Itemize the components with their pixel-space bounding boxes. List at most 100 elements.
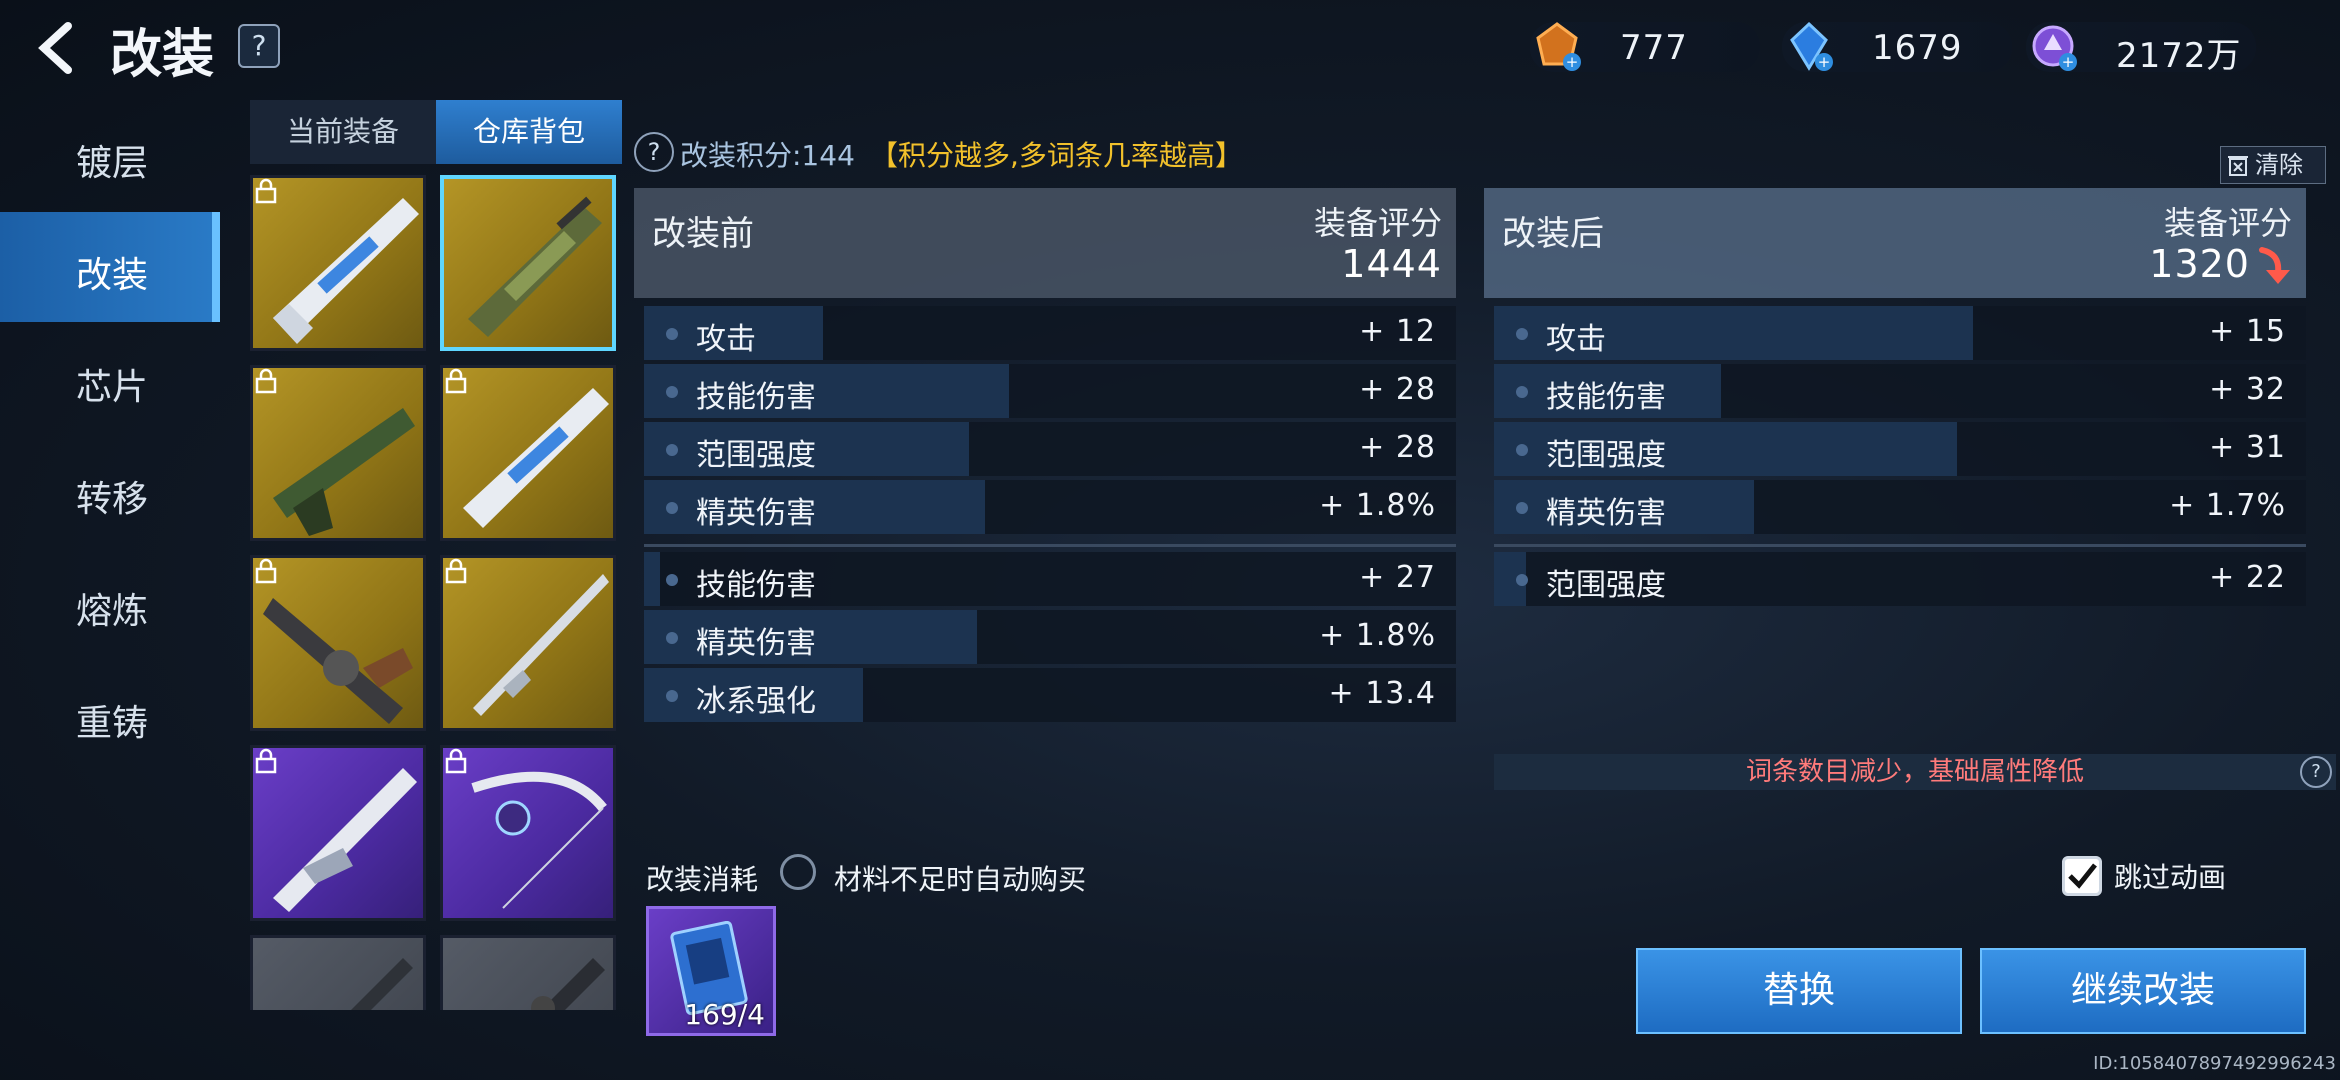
bullet-dot-icon (1516, 574, 1528, 586)
score-help-icon[interactable]: ? (634, 132, 674, 172)
currency-value: 2172万 (2116, 36, 2242, 76)
auto-buy-label: 材料不足时自动购买 (834, 863, 1087, 896)
trash-icon (2228, 156, 2248, 176)
stat-name: 精英伤害 (696, 496, 816, 531)
stat-row: 技能伤害 + 32 (1494, 364, 2306, 418)
inventory-slot[interactable] (250, 365, 426, 541)
stat-value: + 28 (1359, 430, 1436, 465)
bullet-dot-icon (666, 328, 678, 340)
stat-name: 技能伤害 (1546, 380, 1666, 415)
currency-value: 777 (1620, 28, 1688, 68)
stat-value: + 32 (2209, 372, 2286, 407)
inventory-slot[interactable] (440, 365, 616, 541)
stat-row: 精英伤害 + 1.8% (644, 480, 1456, 534)
stat-name: 精英伤害 (1546, 496, 1666, 531)
auto-buy-toggle[interactable] (780, 854, 816, 890)
tab-warehouse[interactable]: 仓库背包 (436, 100, 622, 164)
help-button[interactable]: ? (238, 24, 280, 68)
continue-modify-button[interactable]: 继续改装 (1980, 948, 2306, 1034)
divider (1494, 544, 2306, 547)
nav-item-smelt[interactable]: 熔炼 (0, 548, 220, 658)
stat-row: 攻击 + 12 (644, 306, 1456, 360)
currency-purple[interactable]: + 2172万 (2026, 22, 2256, 76)
currency-orange[interactable]: + 777 (1530, 22, 1760, 72)
tab-current-equipment[interactable]: 当前装备 (250, 100, 436, 164)
nav-item-recast[interactable]: 重铸 (0, 660, 220, 770)
nav-item-plating[interactable]: 镀层 (0, 100, 220, 210)
stat-value: + 31 (2209, 430, 2286, 465)
green-camo-rifle-icon (468, 196, 602, 337)
stat-name: 范围强度 (696, 438, 816, 473)
bullet-dot-icon (1516, 444, 1528, 456)
stat-name: 攻击 (696, 322, 756, 357)
skip-animation-label: 跳过动画 (2114, 861, 2227, 894)
nav-item-label: 镀层 (76, 143, 149, 184)
inventory-slot[interactable] (440, 555, 616, 731)
back-button[interactable] (28, 18, 88, 78)
stat-value: + 27 (1359, 560, 1436, 595)
nav-item-label: 芯片 (76, 367, 149, 408)
svg-text:+: + (1818, 53, 1831, 71)
bullet-dot-icon (666, 502, 678, 514)
stat-row: 冰系强化 + 13.4 (644, 668, 1456, 722)
before-header: 改装前 装备评分 1444 (634, 188, 1456, 298)
svg-text:+: + (2062, 53, 2075, 71)
after-score-value: 1320 (2149, 242, 2250, 286)
svg-text:+: + (1566, 53, 1579, 71)
inventory-slot[interactable] (440, 745, 616, 921)
inventory-slot[interactable] (250, 745, 426, 921)
replace-button[interactable]: 替换 (1636, 948, 1962, 1034)
before-score-label: 装备评分 (1313, 204, 1442, 242)
inventory-slot[interactable] (440, 175, 616, 351)
nav-item-label: 熔炼 (76, 591, 149, 632)
stat-name: 攻击 (1546, 322, 1606, 357)
after-score-label: 装备评分 (2163, 204, 2292, 242)
score-hint: 【积分越多,多词条几率越高】 (870, 139, 1243, 172)
stat-row: 攻击 + 15 (1494, 306, 2306, 360)
warning-help-icon[interactable]: ? (2300, 756, 2332, 788)
bullet-dot-icon (1516, 502, 1528, 514)
lock-icon (445, 558, 467, 584)
orange-crystal-icon: + (1536, 22, 1581, 71)
stat-row: 范围强度 + 28 (644, 422, 1456, 476)
clear-label: 清除 (2255, 151, 2303, 179)
lock-icon (255, 558, 277, 584)
nav-item-modify[interactable]: 改装 (0, 212, 220, 322)
skip-animation-checkbox[interactable] (2062, 856, 2102, 896)
stat-name: 冰系强化 (696, 684, 816, 719)
stat-value: + 1.8% (1319, 618, 1436, 653)
nav-item-label: 转移 (76, 479, 149, 520)
lock-icon (445, 748, 467, 774)
stat-row: 范围强度 + 31 (1494, 422, 2306, 476)
stat-value: + 1.7% (2169, 488, 2286, 523)
inventory-slot[interactable] (440, 935, 616, 1010)
after-header: 改装后 装备评分 1320 (1484, 188, 2306, 298)
warning-bar: 词条数目减少，基础属性降低 ? (1494, 754, 2336, 790)
modify-score: 改装积分:144 (680, 139, 855, 172)
inventory-slot[interactable] (250, 175, 426, 351)
after-label: 改装后 (1502, 214, 1604, 254)
lock-icon (255, 178, 277, 204)
blue-gem-icon: + (1790, 21, 1833, 71)
lock-icon (445, 368, 467, 394)
inventory-slot[interactable] (250, 555, 426, 731)
purple-orb-icon: + (2032, 25, 2077, 71)
stat-name: 精英伤害 (696, 626, 816, 661)
stat-row: 精英伤害 + 1.8% (644, 610, 1456, 664)
currency-blue[interactable]: + 1679 (1782, 21, 2012, 72)
nav-item-chip[interactable]: 芯片 (0, 324, 220, 434)
bullet-dot-icon (666, 632, 678, 644)
nav-item-label: 改装 (76, 255, 149, 296)
inventory-slot[interactable] (250, 935, 426, 1010)
bullet-dot-icon (666, 444, 678, 456)
material-slot[interactable]: 169/4 (646, 906, 776, 1036)
checkmark-icon (2068, 863, 2097, 889)
lock-icon (255, 748, 277, 774)
stat-row: 技能伤害 + 28 (644, 364, 1456, 418)
nav-item-transfer[interactable]: 转移 (0, 436, 220, 546)
stat-fill-bar (644, 552, 661, 606)
stat-name: 技能伤害 (696, 380, 816, 415)
stat-name: 技能伤害 (696, 568, 816, 603)
lock-icon (255, 368, 277, 394)
clear-button[interactable]: 清除 (2220, 146, 2326, 184)
